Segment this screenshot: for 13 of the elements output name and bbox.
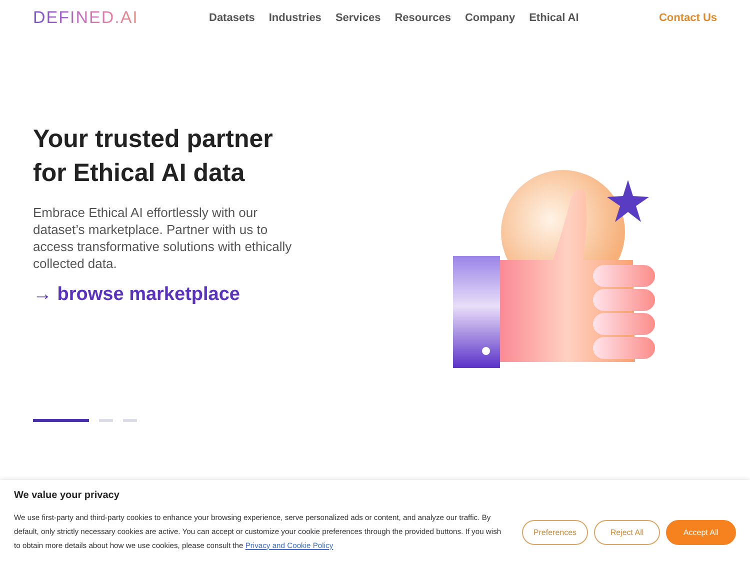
nav-link[interactable]: Services	[335, 12, 381, 24]
nav-link[interactable]: Resources	[394, 12, 451, 24]
nav-link[interactable]: Industries	[268, 12, 322, 24]
hero-title: Your trusted partner for Ethical AI data	[33, 124, 274, 189]
carousel-indicator[interactable]	[33, 419, 89, 422]
nav-link[interactable]: Datasets	[209, 12, 255, 24]
nav-link[interactable]: Company	[464, 12, 516, 24]
carousel-indicator[interactable]	[123, 419, 137, 422]
carousel-indicator[interactable]	[99, 419, 113, 422]
browse-marketplace-link[interactable]: → browse marketplace	[33, 284, 240, 305]
cookie-title: We value your privacy	[14, 490, 120, 500]
hero-description: Embrace Ethical AI effortlessly with our dataset’s marketplace. Partner with us to access transformative solutions with ethically collected data.	[33, 204, 293, 272]
nav-link[interactable]: Ethical AI	[529, 12, 579, 24]
